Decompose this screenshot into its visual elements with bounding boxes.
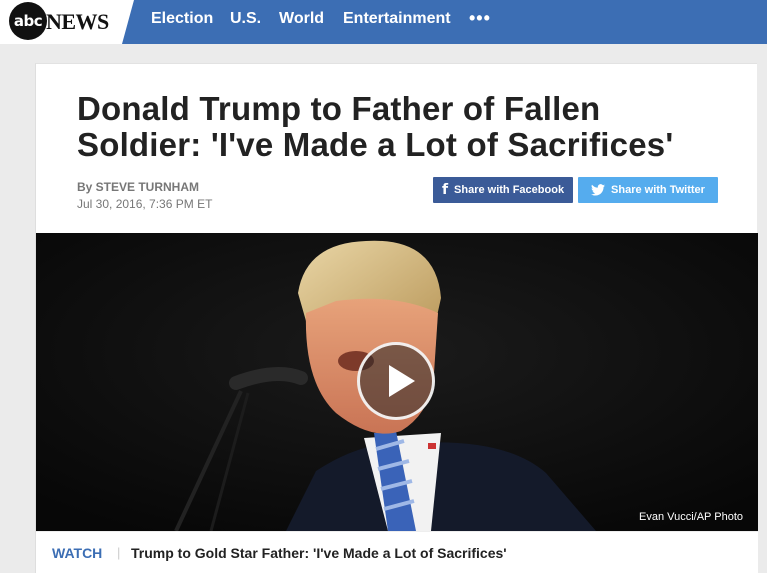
- share-facebook-label: Share with Facebook: [454, 184, 565, 196]
- share-facebook-button[interactable]: f Share with Facebook: [433, 177, 573, 203]
- watch-video-title[interactable]: Trump to Gold Star Father: 'I've Made a …: [131, 545, 507, 561]
- nav-entertainment[interactable]: Entertainment: [343, 10, 451, 28]
- play-icon[interactable]: [357, 342, 435, 420]
- article-date: Jul 30, 2016, 7:36 PM ET: [77, 197, 213, 211]
- more-menu-icon[interactable]: •••: [469, 8, 491, 29]
- share-twitter-button[interactable]: Share with Twitter: [578, 177, 718, 203]
- watch-separator: |: [117, 545, 121, 560]
- watch-label: WATCH: [52, 545, 103, 561]
- logo-news-text: NEWS: [46, 9, 109, 34]
- share-twitter-label: Share with Twitter: [611, 184, 705, 196]
- facebook-icon: f: [441, 182, 449, 198]
- article-title: Donald Trump to Father of Fallen Soldier…: [77, 90, 674, 163]
- twitter-icon: [591, 184, 606, 196]
- article-byline[interactable]: By STEVE TURNHAM: [77, 180, 199, 194]
- abc-news-logo[interactable]: abc NEWS: [0, 0, 134, 44]
- abc-logo-circle: abc: [9, 2, 47, 40]
- nav-election[interactable]: Election: [151, 10, 213, 28]
- nav-world[interactable]: World: [279, 10, 324, 28]
- video-player[interactable]: Evan Vucci/AP Photo: [36, 233, 758, 531]
- nav-us[interactable]: U.S.: [230, 10, 261, 28]
- photo-credit: Evan Vucci/AP Photo: [639, 511, 743, 523]
- top-nav-bar: abc NEWS Election U.S. World Entertainme…: [0, 0, 767, 44]
- watch-bar[interactable]: WATCH | Trump to Gold Star Father: 'I've…: [36, 531, 758, 573]
- article-card: Donald Trump to Father of Fallen Soldier…: [35, 63, 758, 573]
